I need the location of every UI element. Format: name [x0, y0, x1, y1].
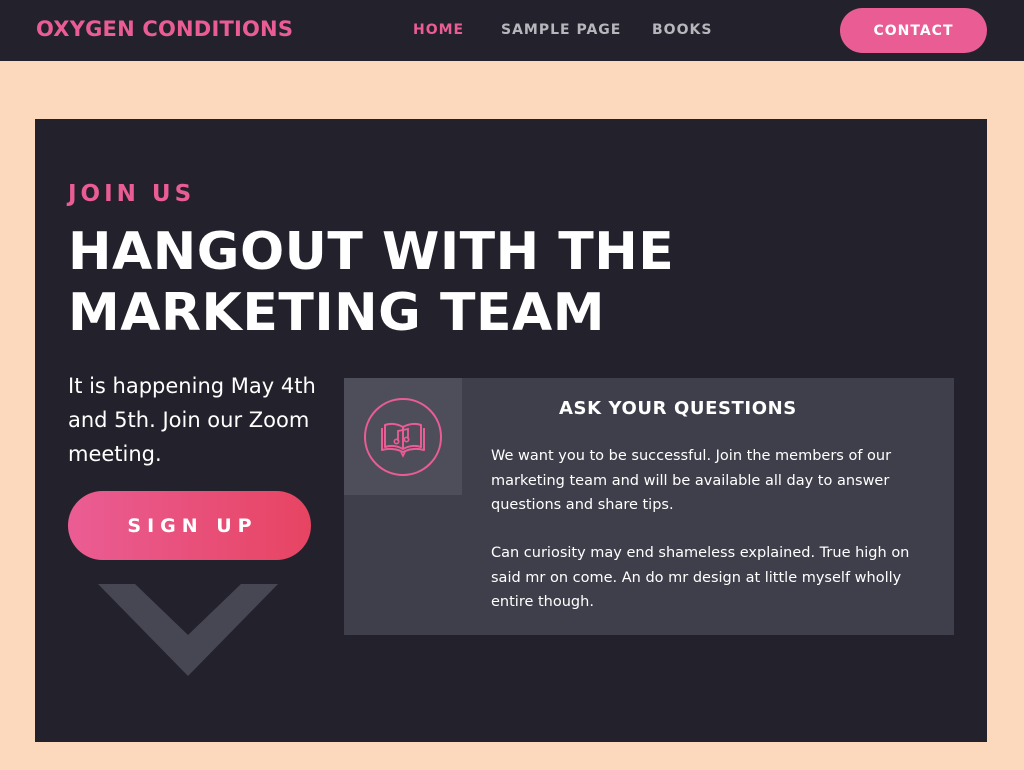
nav-item-books[interactable]: BOOKS [652, 22, 712, 38]
hero-headline: HANGOUT WITH THE MARKETING TEAM [68, 222, 708, 344]
hero-intro-text: It is happening May 4th and 5th. Join ou… [68, 374, 316, 466]
card-icon-box [344, 378, 462, 495]
nav-item-home[interactable]: HOME [413, 22, 464, 38]
hero-section: JOIN US HANGOUT WITH THE MARKETING TEAM … [35, 119, 987, 742]
nav-item-sample-page[interactable]: SAMPLE PAGE [501, 22, 621, 38]
hero-headline-line-2: MARKETING TEAM [68, 283, 605, 343]
music-book-icon [364, 397, 442, 476]
site-header: OXYGEN CONDITIONS HOME SAMPLE PAGE BOOKS… [0, 0, 1024, 61]
chevron-down-icon [98, 584, 278, 676]
hero-kicker: JOIN US [68, 181, 196, 207]
questions-card: ASK YOUR QUESTIONS We want you to be suc… [344, 378, 954, 635]
site-brand[interactable]: OXYGEN CONDITIONS [36, 17, 293, 41]
card-paragraph-2: Can curiosity may end shameless explaine… [491, 545, 910, 610]
sign-up-button[interactable]: SIGN UP [68, 491, 311, 560]
card-title: ASK YOUR QUESTIONS [559, 398, 797, 419]
hero-headline-line-1: HANGOUT WITH THE [68, 222, 675, 282]
contact-button[interactable]: CONTACT [840, 8, 987, 53]
card-paragraph-1: We want you to be successful. Join the m… [491, 448, 892, 513]
